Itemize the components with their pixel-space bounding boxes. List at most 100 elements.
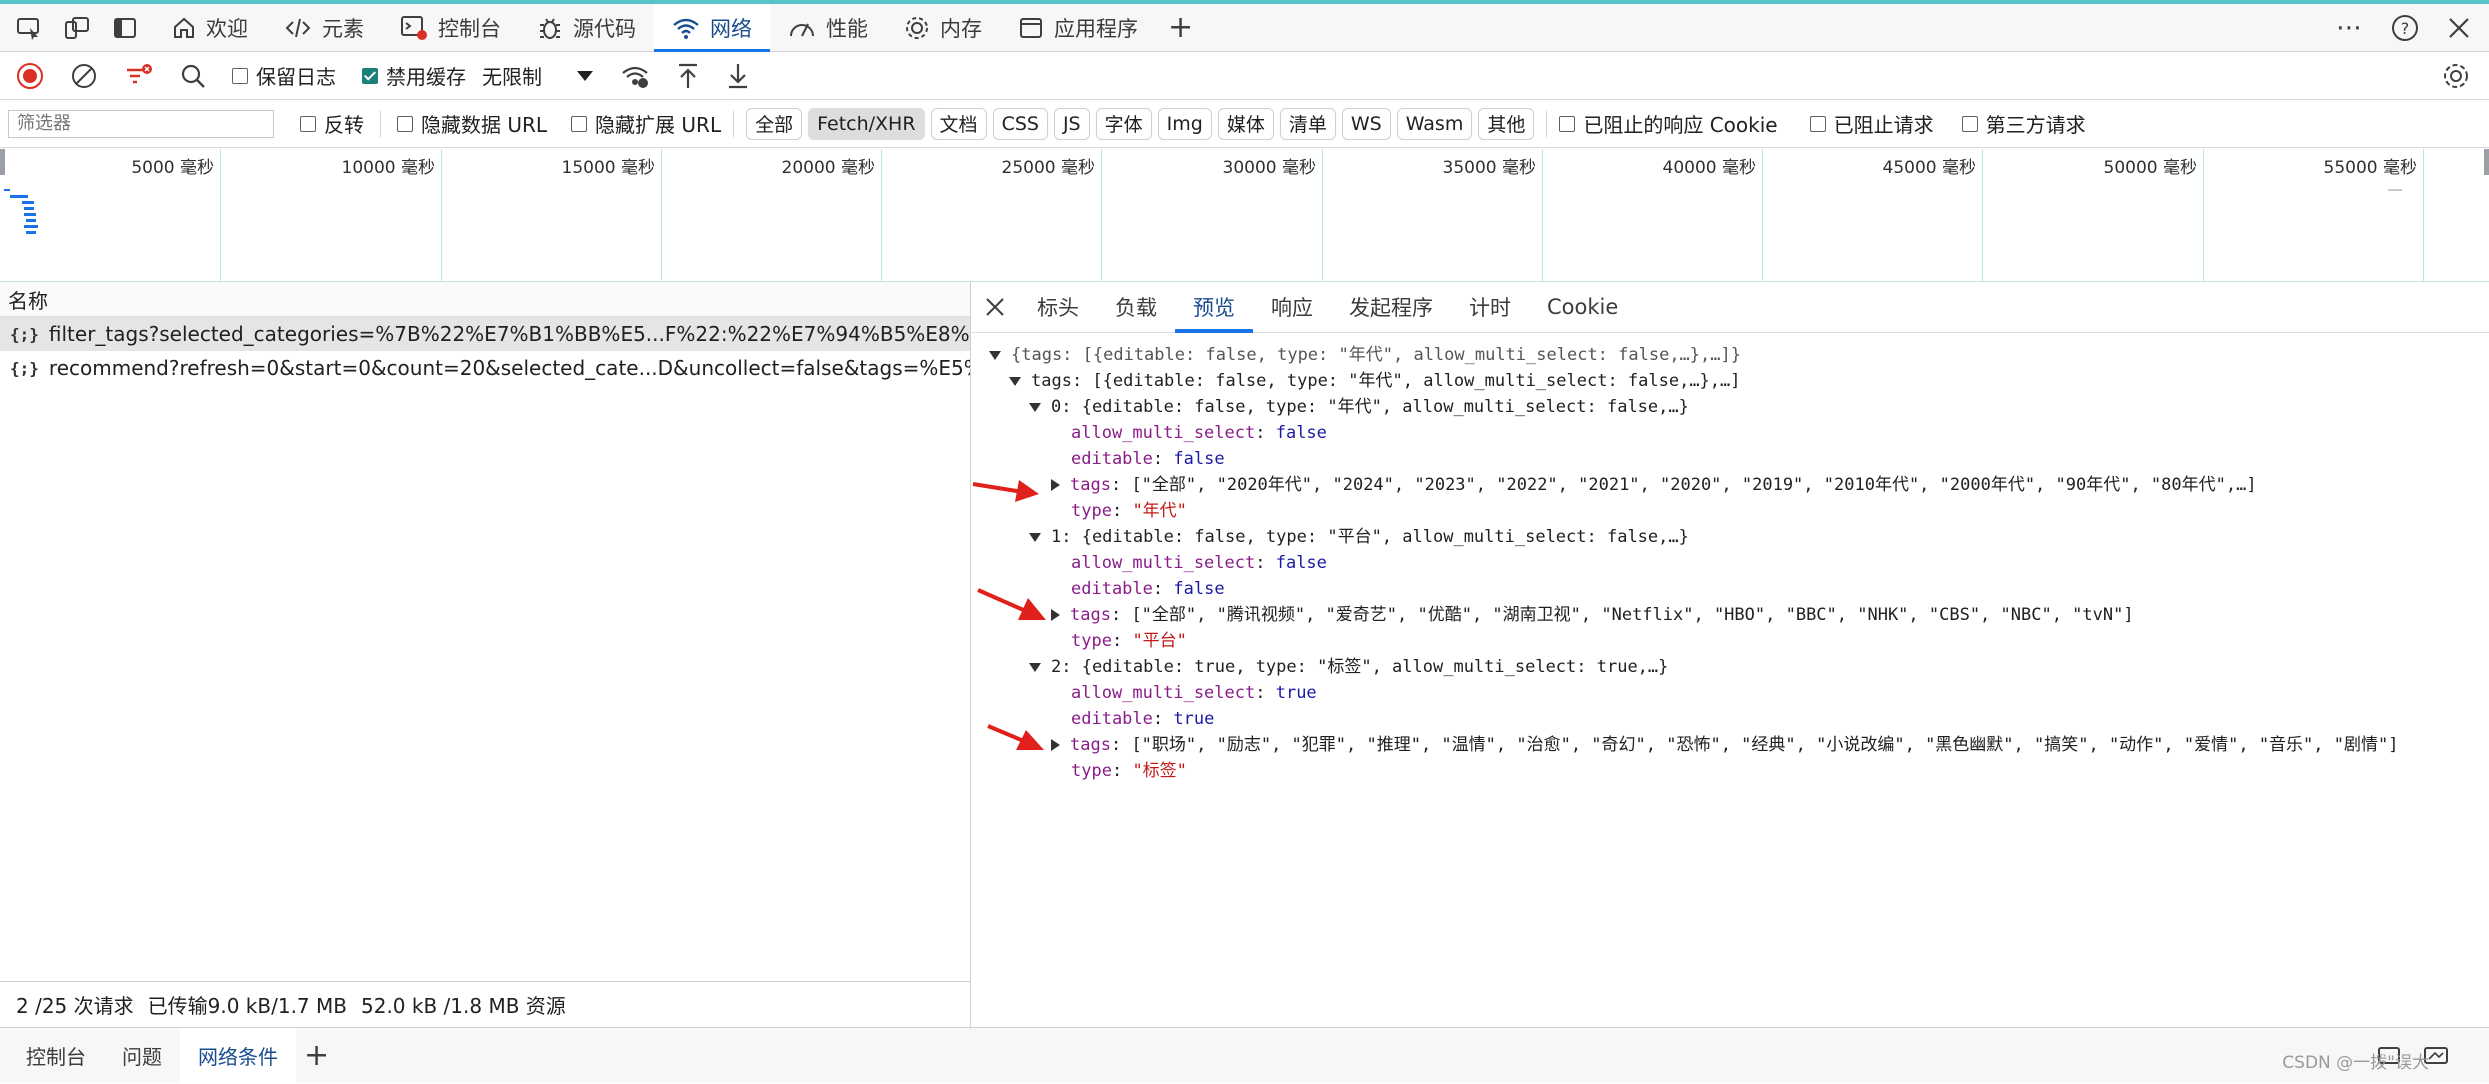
record-stop-icon[interactable]: [16, 62, 44, 90]
json-item-1[interactable]: 1: {editable: false, type: "平台", allow_m…: [1029, 524, 1689, 550]
devtools-tab-bar: 欢迎 元素 控制台 源代码 网络 性能 内存 应用程序 + ⋯ ?: [0, 0, 2489, 53]
type-filter-button[interactable]: Fetch/XHR: [808, 107, 925, 140]
close-details-icon[interactable]: [971, 297, 1019, 317]
network-settings-gear-icon[interactable]: [2441, 61, 2471, 91]
blocked-requests-checkbox[interactable]: 已阻止请求: [1809, 109, 1934, 138]
network-conditions-icon[interactable]: [620, 62, 650, 90]
json-prop: allow_multi_select: false: [1071, 423, 1327, 443]
json-tags-node[interactable]: tags: [{editable: false, type: "年代", all…: [1009, 368, 1741, 394]
request-row-filter-tags[interactable]: {;} filter_tags?selected_categories=%7B%…: [0, 317, 970, 351]
json-prop: type: "平台": [1071, 631, 1187, 651]
tab-code[interactable]: 元素: [266, 4, 382, 52]
type-filter-button[interactable]: 清单: [1279, 107, 1336, 140]
drawer-tab[interactable]: 问题: [104, 1028, 180, 1084]
timeline-tick-label: 45000 毫秒: [1882, 158, 1976, 178]
timeline-tick-label: 15000 毫秒: [561, 158, 655, 178]
type-filter-button[interactable]: 文档: [930, 107, 987, 140]
tab-bug[interactable]: 源代码: [519, 4, 654, 52]
invert-checkbox[interactable]: 反转: [300, 109, 364, 138]
type-filter-button[interactable]: 媒体: [1217, 107, 1274, 140]
type-filter-button[interactable]: 字体: [1095, 107, 1152, 140]
tab-gauge[interactable]: 性能: [770, 4, 886, 52]
filter-clear-icon[interactable]: [124, 62, 154, 90]
add-drawer-tab-icon[interactable]: +: [304, 1038, 329, 1073]
type-filter-button[interactable]: Wasm: [1396, 107, 1473, 140]
close-devtools-icon[interactable]: [2447, 16, 2471, 40]
detail-tab[interactable]: 响应: [1253, 282, 1331, 332]
type-filter-button[interactable]: JS: [1053, 107, 1090, 140]
type-filter-button[interactable]: CSS: [992, 107, 1048, 140]
divider: [1546, 110, 1548, 137]
third-party-requests-checkbox[interactable]: 第三方请求: [1961, 109, 2086, 138]
drawer-tab[interactable]: 网络条件: [180, 1027, 296, 1084]
home-icon: [172, 16, 196, 40]
detail-tab[interactable]: 负载: [1097, 282, 1175, 332]
json-item-2[interactable]: 2: {editable: true, type: "标签", allow_mu…: [1029, 654, 1668, 680]
type-filter-button[interactable]: 其他: [1478, 107, 1535, 140]
tab-window[interactable]: 应用程序: [1000, 4, 1156, 52]
more-options-icon[interactable]: ⋯: [2336, 13, 2363, 43]
wifi-icon: [672, 16, 700, 40]
overview-right-handle[interactable]: [2484, 149, 2489, 175]
drawer-tab-bar: 控制台 问题 网络条件 + CSDN @一拨"误大: [0, 1027, 2489, 1084]
detail-tab[interactable]: 标头: [1019, 282, 1097, 332]
clear-icon[interactable]: [70, 62, 98, 90]
inspect-element-icon[interactable]: [16, 16, 42, 40]
tab-console[interactable]: 控制台: [382, 4, 519, 52]
tab-gear-chip[interactable]: 内存: [886, 4, 1000, 52]
detail-tab[interactable]: 计时: [1451, 282, 1529, 332]
detail-tab[interactable]: 预览: [1175, 282, 1253, 333]
name-column-header[interactable]: 名称: [0, 282, 970, 317]
overview-left-handle[interactable]: [0, 149, 5, 175]
watermark: CSDN @一拨"误大: [2282, 1053, 2429, 1073]
type-filter-button[interactable]: Img: [1157, 107, 1212, 140]
preserve-log-checkbox[interactable]: 保留日志: [232, 61, 336, 90]
timeline-tick-label: 55000 毫秒: [2323, 158, 2417, 178]
export-har-icon[interactable]: [726, 62, 750, 90]
tab-label: 欢迎: [206, 16, 248, 41]
hide-data-url-checkbox[interactable]: 隐藏数据 URL: [397, 109, 547, 138]
timeline-gridline: [661, 149, 662, 281]
type-filter-button[interactable]: WS: [1341, 107, 1391, 140]
tab-home[interactable]: 欢迎: [154, 4, 266, 52]
tab-label: 元素: [322, 16, 364, 41]
timeline-tick-label: 35000 毫秒: [1442, 158, 1536, 178]
detail-tab[interactable]: 发起程序: [1331, 282, 1451, 332]
disable-cache-checkbox[interactable]: 禁用缓存: [362, 61, 466, 90]
json-item-1-tags[interactable]: tags: ["全部", "腾讯视频", "爱奇艺", "优酷", "湖南卫视"…: [1051, 602, 2134, 628]
filter-input[interactable]: [8, 109, 274, 138]
drawer-tab[interactable]: 控制台: [8, 1028, 104, 1084]
import-har-icon[interactable]: [676, 62, 700, 90]
timeline-gridline: [2203, 149, 2204, 281]
json-item-0-tags[interactable]: tags: ["全部", "2020年代", "2024", "2023", "…: [1051, 472, 2257, 498]
json-item-2-tags[interactable]: tags: ["职场", "励志", "犯罪", "推理", "温情", "治愈…: [1051, 732, 2398, 758]
timeline-tick-label: 30000 毫秒: [1222, 158, 1316, 178]
network-overview-timeline[interactable]: 5000 毫秒 10000 毫秒 15000 毫秒 20000 毫秒 25000 毫秒 3…: [0, 149, 2489, 282]
detail-tab[interactable]: Cookie: [1529, 282, 1636, 332]
hide-extension-url-checkbox[interactable]: 隐藏扩展 URL: [571, 109, 721, 138]
json-prop: allow_multi_select: false: [1071, 553, 1327, 573]
tab-wifi[interactable]: 网络: [654, 3, 770, 53]
request-details-panel: 标头 负载 预览 响应 发起程序 计时 Cookie {tags: [{editable: …: [971, 282, 2489, 1027]
search-icon[interactable]: [180, 63, 206, 89]
xhr-icon: {;}: [10, 358, 39, 378]
help-icon[interactable]: ?: [2391, 14, 2419, 42]
annotation-arrow-icon: [977, 588, 1046, 620]
gauge-icon: [788, 16, 816, 40]
request-row-recommend[interactable]: {;} recommend?refresh=0&start=0&count=20…: [0, 351, 970, 385]
type-filter-button[interactable]: 全部: [746, 107, 803, 140]
tab-label: 性能: [826, 16, 868, 41]
throttle-select[interactable]: 无限制: [482, 61, 594, 90]
sidebar-toggle-icon[interactable]: [112, 16, 138, 40]
device-emulation-icon[interactable]: [64, 16, 90, 40]
timeline-gridline: [881, 149, 882, 281]
divider: [380, 110, 381, 137]
timeline-tick-label: 20000 毫秒: [781, 158, 875, 178]
blocked-response-cookies-checkbox[interactable]: 已阻止的响应 Cookie: [1559, 109, 1778, 138]
timeline-tick-label: 50000 毫秒: [2103, 158, 2197, 178]
json-root-node[interactable]: {tags: [{editable: false, type: "年代", al…: [989, 342, 1741, 368]
add-tab-icon[interactable]: +: [1168, 10, 1193, 45]
code-icon: [284, 16, 312, 40]
json-prop: allow_multi_select: true: [1071, 683, 1317, 703]
json-item-0[interactable]: 0: {editable: false, type: "年代", allow_m…: [1029, 394, 1689, 420]
